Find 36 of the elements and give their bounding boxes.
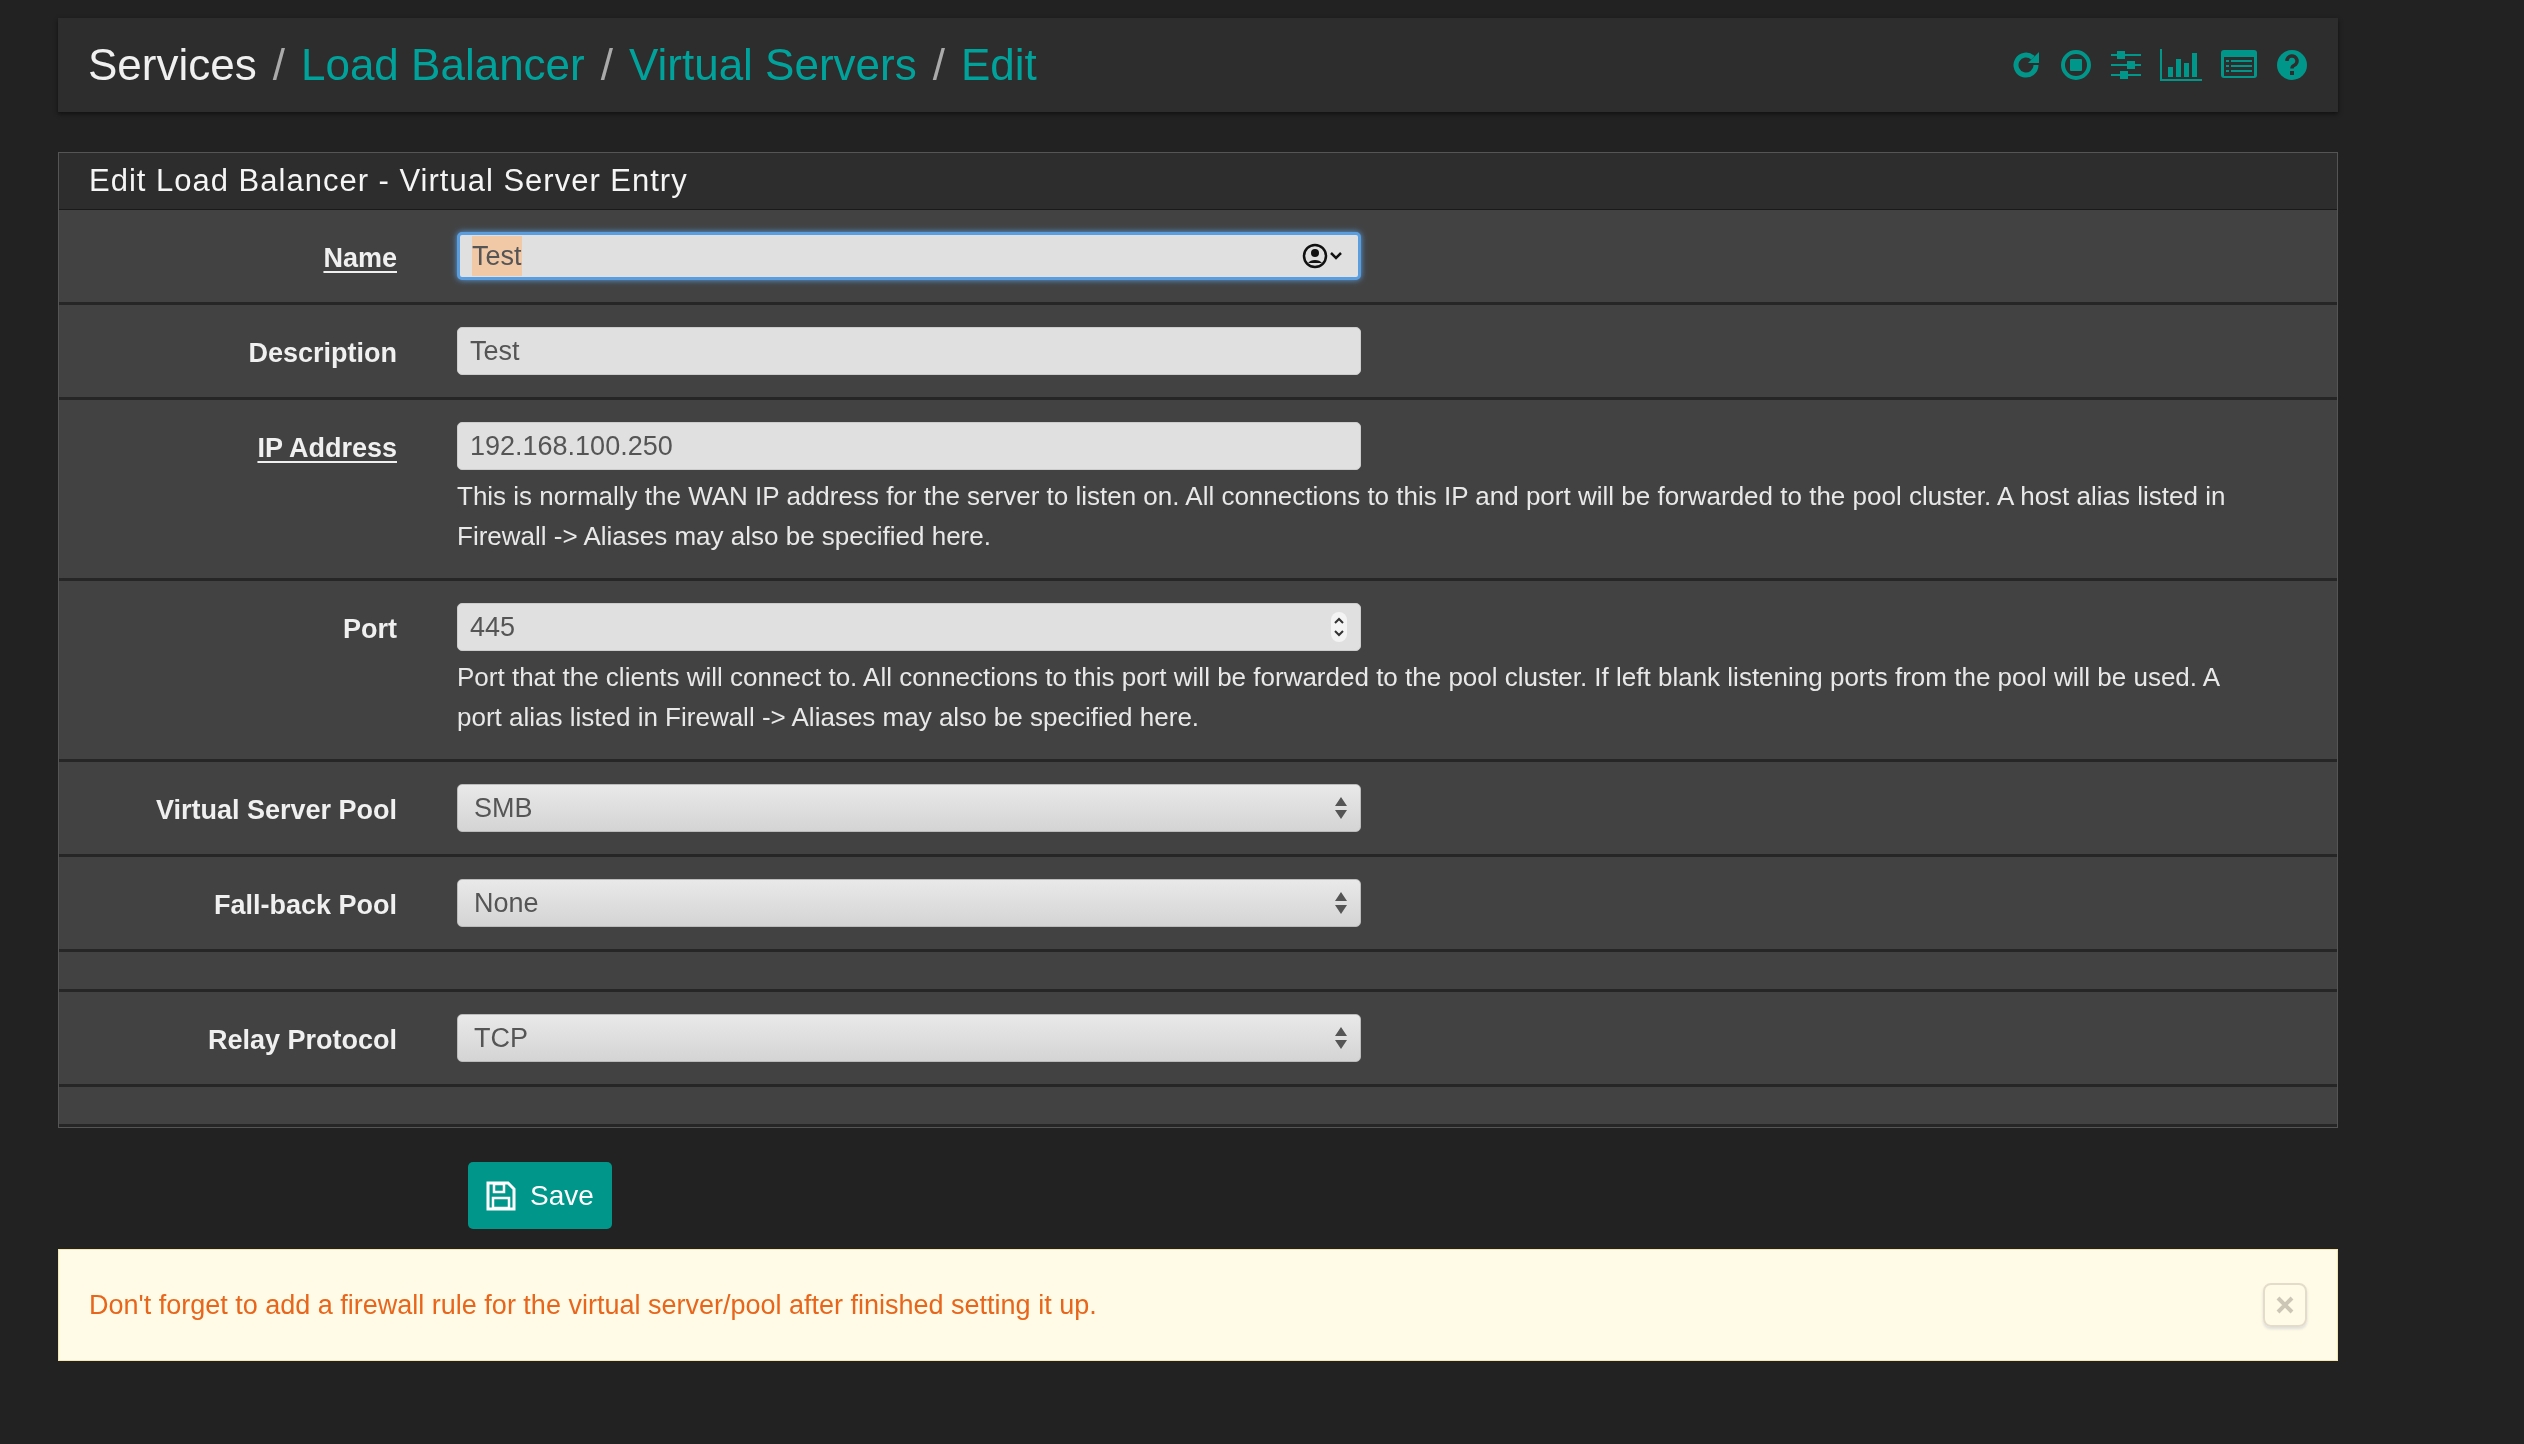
select-dropdown[interactable]: SMB: [457, 784, 1361, 832]
field-label: Port: [343, 613, 397, 646]
breadcrumb-separator: /: [600, 39, 613, 91]
field-label: IP Address: [257, 432, 397, 465]
select-dropdown[interactable]: None: [457, 879, 1361, 927]
list-icon[interactable]: [2220, 49, 2258, 81]
close-icon: [2275, 1295, 2295, 1315]
save-button[interactable]: Save: [468, 1162, 612, 1229]
help-text: This is normally the WAN IP address for the server to listen on. All connections to this IP and port will be forwarded to the pool cluster. A host alias listed in Firewall -> Aliases may also be specified here.: [457, 480, 2227, 553]
spinner-arrows-icon[interactable]: [1330, 611, 1348, 643]
help-icon[interactable]: [2276, 49, 2308, 81]
field-label: Fall-back Pool: [213, 889, 397, 922]
breadcrumb-link[interactable]: Load Balancer: [300, 32, 585, 98]
bar-chart-icon[interactable]: [2160, 49, 2202, 81]
breadcrumb-separator: /: [932, 39, 945, 91]
field-label: Relay Protocol: [207, 1024, 397, 1057]
panel-heading: Edit Load Balancer - Virtual Server Entry: [59, 153, 2337, 210]
breadcrumb-link[interactable]: Edit: [960, 32, 1037, 98]
input-field[interactable]: 192.168.100.250: [457, 422, 1361, 470]
stop-icon[interactable]: [2060, 49, 2092, 81]
select-dropdown[interactable]: TCP: [457, 1014, 1361, 1062]
breadcrumb-separator: /: [272, 39, 285, 91]
up-down-arrows-icon: [1334, 796, 1348, 820]
field-label: Description: [248, 337, 397, 370]
field-label: Virtual Server Pool: [155, 794, 397, 827]
field-label: Name: [323, 242, 397, 275]
number-field[interactable]: 445: [457, 603, 1361, 651]
input-field[interactable]: Test: [457, 232, 1361, 280]
breadcrumb-link[interactable]: Virtual Servers: [628, 32, 917, 98]
breadcrumb-text: Services: [88, 39, 257, 91]
up-down-arrows-icon: [1334, 1026, 1348, 1050]
sliders-icon[interactable]: [2110, 49, 2142, 81]
up-down-arrows-icon: [1334, 891, 1348, 915]
input-field[interactable]: Test: [457, 327, 1361, 375]
alert-message: Don't forget to add a firewall rule for the virtual server/pool after finished setting it up.: [89, 1288, 1097, 1322]
help-text: Port that the clients will connect to. All connections to this port will be forwarded to the pool cluster. If left blank listening ports from the pool will be used. A port alias listed in Firewall -> Aliases may also be specified here.: [457, 661, 2221, 734]
